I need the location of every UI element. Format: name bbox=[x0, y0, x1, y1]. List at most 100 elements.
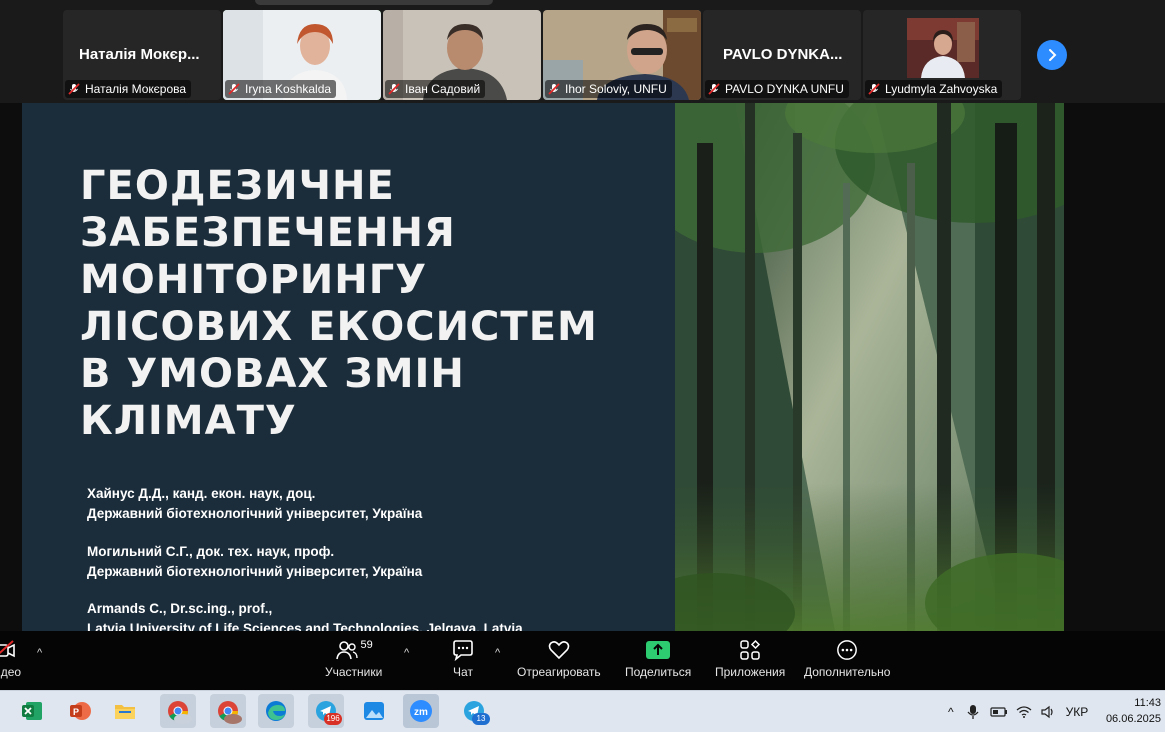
wifi-icon[interactable] bbox=[1016, 705, 1032, 719]
author-name: Могильний С.Г., док. тех. наук, проф. bbox=[87, 544, 335, 559]
slide-title-line: КЛІМАТУ bbox=[80, 398, 297, 444]
slide-title-line: ЛІСОВИХ ЕКОСИСТЕМ bbox=[80, 304, 598, 350]
chat-options-caret[interactable]: ^ bbox=[495, 647, 500, 659]
system-clock[interactable]: 11:43 06.06.2025 bbox=[1106, 695, 1161, 727]
mic-muted-icon bbox=[68, 83, 80, 95]
forest-image bbox=[675, 103, 1064, 631]
participant-name: Іван Садовий bbox=[405, 82, 481, 96]
slide-author: Armands C., Dr.sc.ing., prof., Latvia Un… bbox=[87, 599, 523, 631]
participant-caption: Наталія Мокєрова bbox=[65, 80, 192, 98]
photos-icon bbox=[364, 702, 384, 720]
battery-icon[interactable] bbox=[990, 706, 1008, 718]
author-affiliation: Державний біотехнологічний університет, … bbox=[87, 564, 423, 579]
participant-caption: Lyudmyla Zahvoyska bbox=[865, 80, 1003, 98]
participants-label: Участники bbox=[325, 665, 383, 679]
react-label: Отреагировать bbox=[517, 665, 601, 679]
show-hidden-icons-chevron-up-icon[interactable]: ^ bbox=[948, 705, 954, 719]
author-affiliation: Державний біотехнологічний університет, … bbox=[87, 506, 423, 521]
system-tray: ^ УКР bbox=[948, 691, 1088, 732]
slide-title: ГЕОДЕЗИЧНЕ ЗАБЕЗПЕЧЕННЯ МОНІТОРИНГУ ЛІСО… bbox=[80, 163, 650, 445]
slide-title-line: ГЕОДЕЗИЧНЕ bbox=[80, 163, 395, 209]
share-button[interactable]: Поделиться bbox=[625, 639, 691, 679]
participants-count: 59 bbox=[360, 639, 373, 651]
input-language[interactable]: УКР bbox=[1066, 705, 1089, 719]
participant-caption: Iryna Koshkalda bbox=[225, 80, 337, 98]
chat-icon bbox=[453, 640, 473, 661]
slide-author: Могильний С.Г., док. тех. наук, проф. Де… bbox=[87, 542, 422, 582]
svg-text:P: P bbox=[73, 707, 79, 717]
taskbar-excel[interactable] bbox=[14, 694, 50, 728]
participant-caption: Іван Садовий bbox=[385, 80, 486, 98]
author-name: Хайнус Д.Д., канд. екон. наук, доц. bbox=[87, 486, 316, 501]
participant-tile[interactable]: PAVLO DYNKA... PAVLO DYNKA UNFU bbox=[703, 10, 861, 100]
slide-text-panel: ГЕОДЕЗИЧНЕ ЗАБЕЗПЕЧЕННЯ МОНІТОРИНГУ ЛІСО… bbox=[22, 103, 675, 631]
mic-muted-icon bbox=[388, 83, 400, 95]
app-icon bbox=[0, 701, 2, 721]
participant-name: Ihor Soloviy, UNFU bbox=[565, 82, 667, 96]
taskbar-app-partial[interactable] bbox=[0, 694, 6, 728]
more-icon bbox=[837, 640, 858, 660]
microphone-icon[interactable] bbox=[966, 704, 980, 720]
meeting-toolbar: Видео ^ 59 Участники ^ Чат ^ Отреагирова… bbox=[0, 631, 1165, 690]
share-label: Поделиться bbox=[625, 665, 692, 679]
taskbar-photos[interactable] bbox=[356, 694, 392, 728]
slide-author: Хайнус Д.Д., канд. екон. наук, доц. Держ… bbox=[87, 484, 422, 524]
taskbar-telegram[interactable]: 196 bbox=[308, 694, 344, 728]
next-participants-button[interactable] bbox=[1037, 40, 1067, 70]
participant-name: PAVLO DYNKA UNFU bbox=[725, 82, 844, 96]
taskbar-zoom[interactable]: zm bbox=[403, 694, 439, 728]
video-label: Видео bbox=[0, 665, 22, 679]
shared-screen: ГЕОДЕЗИЧНЕ ЗАБЕЗПЕЧЕННЯ МОНІТОРИНГУ ЛІСО… bbox=[22, 103, 1064, 631]
video-button[interactable]: Видео bbox=[0, 639, 21, 679]
apps-icon bbox=[740, 639, 761, 660]
chevron-right-icon bbox=[1049, 49, 1057, 61]
react-button[interactable]: Отреагировать bbox=[517, 639, 601, 679]
edge-icon bbox=[266, 701, 286, 721]
apps-label: Приложения bbox=[715, 665, 786, 679]
participants-icon bbox=[335, 641, 358, 660]
notification-badge: 196 bbox=[324, 713, 342, 725]
chat-label: Чат bbox=[453, 665, 473, 679]
participant-tile[interactable]: Ihor Soloviy, UNFU bbox=[543, 10, 701, 100]
slide-title-line: В УМОВАХ ЗМІН bbox=[80, 351, 465, 397]
powerpoint-icon: P bbox=[70, 702, 91, 720]
participants-options-caret[interactable]: ^ bbox=[404, 647, 409, 659]
heart-icon bbox=[548, 641, 570, 660]
author-affiliation: Latvia University of Life Sciences and T… bbox=[87, 621, 523, 631]
excel-icon bbox=[22, 702, 42, 720]
taskbar-edge[interactable] bbox=[258, 694, 294, 728]
participant-caption: Ihor Soloviy, UNFU bbox=[545, 80, 672, 98]
notification-badge: 13 bbox=[472, 713, 490, 725]
profile-avatar bbox=[174, 714, 192, 724]
more-button[interactable]: Дополнительно bbox=[804, 639, 890, 679]
clock-time: 11:43 bbox=[1134, 697, 1161, 709]
participants-button[interactable]: 59 Участники bbox=[325, 639, 382, 679]
participant-name: Lyudmyla Zahvoyska bbox=[885, 82, 998, 96]
participant-name-large: PAVLO DYNKA... bbox=[723, 46, 843, 63]
taskbar-chrome-profile-2[interactable] bbox=[210, 694, 246, 728]
volume-icon[interactable] bbox=[1040, 705, 1056, 719]
clock-date: 06.06.2025 bbox=[1105, 713, 1161, 725]
video-options-caret[interactable]: ^ bbox=[37, 647, 42, 659]
chat-button[interactable]: Чат bbox=[451, 639, 475, 679]
taskbar-file-explorer[interactable] bbox=[107, 694, 143, 728]
participant-tile[interactable]: Наталія Мокєр... Наталія Мокєрова bbox=[63, 10, 221, 100]
top-bar-handle[interactable] bbox=[255, 0, 493, 5]
profile-avatar bbox=[224, 714, 242, 724]
zoom-icon: zm bbox=[410, 700, 432, 722]
participant-name: Iryna Koshkalda bbox=[245, 82, 332, 96]
participant-name: Наталія Мокєрова bbox=[85, 82, 187, 96]
participant-name-large: Наталія Мокєр... bbox=[79, 46, 200, 63]
apps-button[interactable]: Приложения bbox=[715, 639, 785, 679]
taskbar-chrome-profile-1[interactable] bbox=[160, 694, 196, 728]
participant-tile-active-speaker[interactable]: Iryna Koshkalda bbox=[223, 10, 381, 100]
participant-caption: PAVLO DYNKA UNFU bbox=[705, 80, 849, 98]
taskbar-telegram-2[interactable]: 13 bbox=[456, 694, 492, 728]
slide-title-line: ЗАБЕЗПЕЧЕННЯ bbox=[80, 210, 456, 256]
participant-tile[interactable]: Іван Садовий bbox=[383, 10, 541, 100]
participant-tile[interactable]: Lyudmyla Zahvoyska bbox=[863, 10, 1021, 100]
mic-muted-icon bbox=[548, 83, 560, 95]
taskbar-powerpoint[interactable]: P bbox=[62, 694, 98, 728]
slide-title-line: МОНІТОРИНГУ bbox=[80, 257, 428, 303]
more-label: Дополнительно bbox=[804, 665, 891, 679]
